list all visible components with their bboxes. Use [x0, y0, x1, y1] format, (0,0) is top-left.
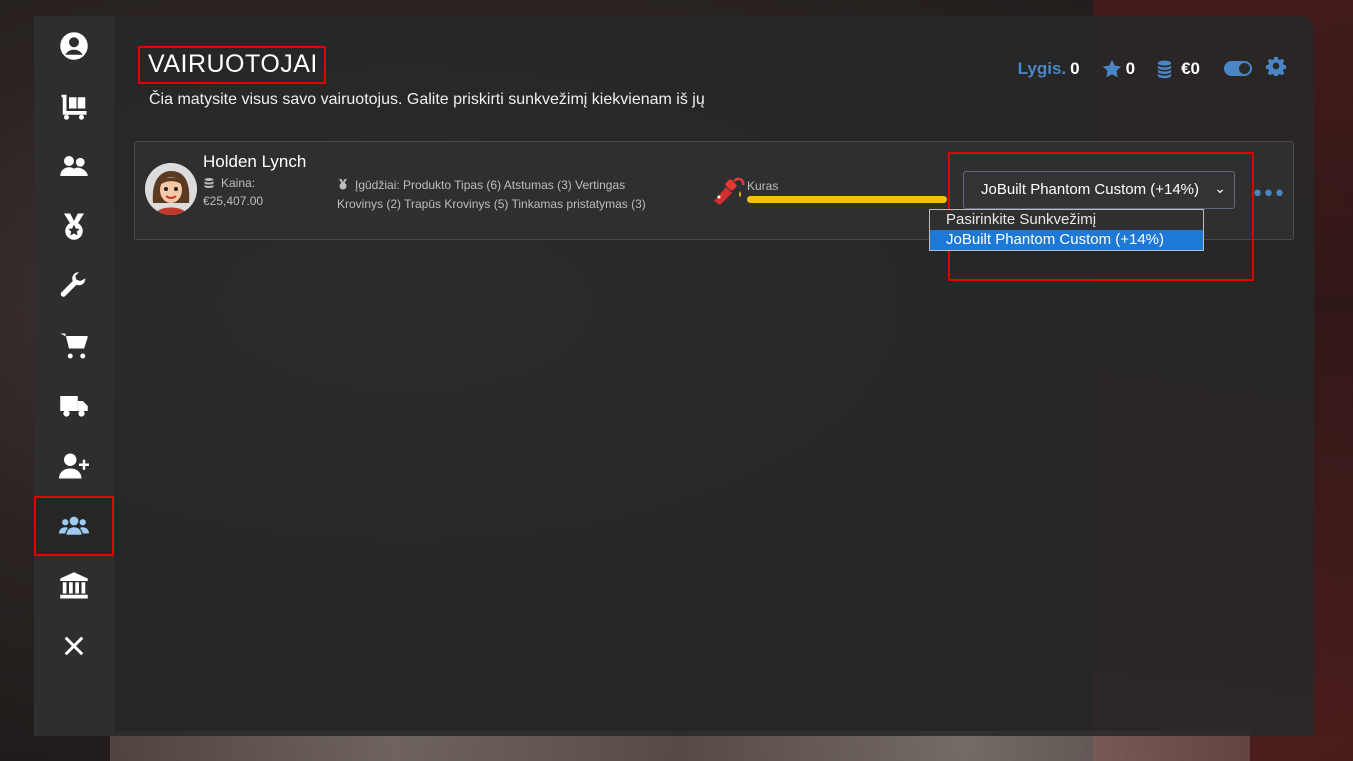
users-icon	[60, 156, 88, 176]
price-label-row: Kaina:	[203, 176, 255, 190]
theme-toggle[interactable]	[1224, 61, 1252, 76]
fuel-nozzle-icon	[714, 177, 745, 205]
dropdown-option-selected[interactable]: JoBuilt Phantom Custom (+14%)	[930, 230, 1203, 250]
fuel-bar	[747, 196, 947, 203]
driver-skills: Įgūdžiai: Produkto Tipas (6) Atstumas (3…	[337, 176, 657, 213]
user-plus-icon	[59, 453, 89, 479]
coins-icon	[1157, 60, 1172, 78]
user-circle-icon	[60, 32, 88, 60]
dropdown-option[interactable]: Pasirinkite Sunkvežimį	[930, 210, 1203, 230]
sidebar-item-cargo[interactable]	[34, 76, 114, 136]
sidebar-item-users[interactable]	[34, 136, 114, 196]
bank-icon	[60, 572, 88, 599]
price-value: €25,407.00	[203, 194, 264, 208]
users-group-icon	[59, 516, 89, 535]
sidebar-item-shop[interactable]	[34, 316, 114, 376]
level-value: 0	[1070, 58, 1080, 78]
medal-icon	[64, 213, 84, 240]
app-window: VAIRUOTOJAI Čia matysite visus savo vair…	[34, 16, 1314, 736]
gear-icon	[1265, 56, 1287, 78]
level-label: Lygis.	[1017, 58, 1067, 78]
ellipsis-icon[interactable]: •••	[1251, 182, 1286, 207]
fuel-bar-fill	[747, 196, 947, 203]
star-icon	[1102, 59, 1121, 77]
sidebar-item-trucks[interactable]	[34, 376, 114, 436]
truck-icon	[60, 396, 88, 417]
dolly-icon	[61, 94, 87, 120]
stars-stat: 0	[1102, 59, 1135, 79]
sidebar-item-hire[interactable]	[34, 436, 114, 496]
skills-text: Įgūdžiai: Produkto Tipas (6) Atstumas (3…	[337, 178, 646, 211]
cart-icon	[60, 333, 88, 359]
stars-value: 0	[1125, 58, 1136, 78]
level-stat: Lygis. 0	[1018, 59, 1080, 79]
sidebar-item-drivers[interactable]	[34, 496, 114, 556]
money-value: €0	[1181, 58, 1200, 78]
sidebar-item-profile[interactable]	[34, 16, 114, 76]
price-label: Kaina:	[221, 176, 256, 190]
sidebar-item-bank[interactable]	[34, 556, 114, 616]
coins-icon	[204, 178, 214, 188]
close-icon	[64, 636, 84, 656]
sidebar-item-awards[interactable]	[34, 196, 114, 256]
sidebar-item-garage[interactable]	[34, 256, 114, 316]
fuel-label: Kuras	[747, 179, 779, 193]
settings-button[interactable]	[1252, 56, 1287, 81]
sidebar-item-close[interactable]	[34, 616, 114, 676]
truck-dropdown-list: Pasirinkite Sunkvežimį JoBuilt Phantom C…	[929, 209, 1204, 251]
page-subtitle: Čia matysite visus savo vairuotojus. Gal…	[149, 91, 705, 108]
money-stat: €0	[1157, 59, 1200, 79]
driver-name: Holden Lynch	[203, 152, 307, 171]
stats-bar: Lygis. 0 0 €0	[1018, 56, 1287, 81]
driver-avatar	[145, 163, 197, 215]
sidebar	[34, 16, 114, 736]
wrench-icon	[60, 272, 86, 297]
page-title: VAIRUOTOJAI	[148, 50, 318, 78]
medal-icon	[339, 178, 347, 190]
